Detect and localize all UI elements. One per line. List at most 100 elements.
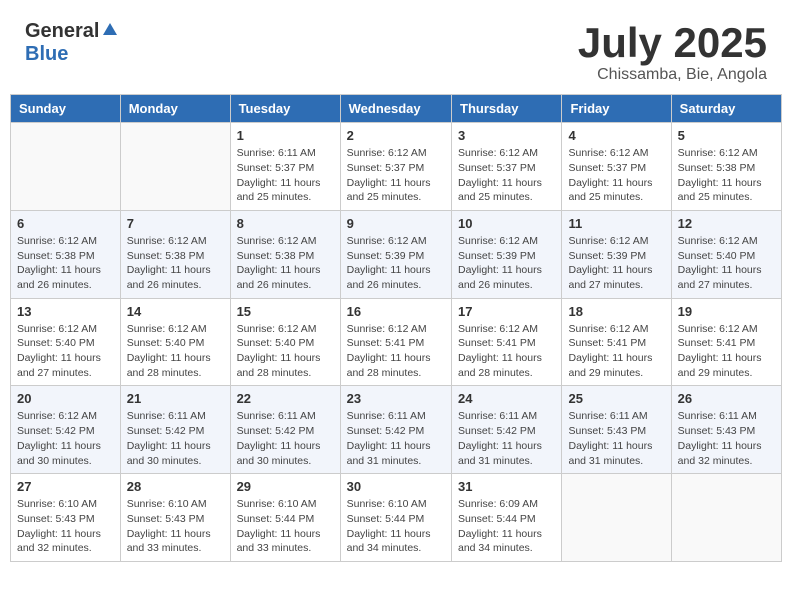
header-thursday: Thursday [452,95,562,123]
table-row [562,474,671,562]
day-info: Sunrise: 6:12 AMSunset: 5:38 PMDaylight:… [127,234,224,293]
day-number: 29 [237,479,334,494]
table-row: 1 Sunrise: 6:11 AMSunset: 5:37 PMDaylight… [230,123,340,211]
day-number: 15 [237,304,334,319]
table-row [120,123,230,211]
day-info: Sunrise: 6:12 AMSunset: 5:39 PMDaylight:… [568,234,664,293]
day-info: Sunrise: 6:12 AMSunset: 5:39 PMDaylight:… [458,234,555,293]
table-row: 14 Sunrise: 6:12 AMSunset: 5:40 PMDayligh… [120,298,230,386]
calendar-header-row: Sunday Monday Tuesday Wednesday Thursday… [11,95,782,123]
day-number: 17 [458,304,555,319]
table-row: 28 Sunrise: 6:10 AMSunset: 5:43 PMDayligh… [120,474,230,562]
day-info: Sunrise: 6:12 AMSunset: 5:41 PMDaylight:… [458,322,555,381]
day-info: Sunrise: 6:10 AMSunset: 5:43 PMDaylight:… [17,497,114,556]
day-info: Sunrise: 6:12 AMSunset: 5:37 PMDaylight:… [458,146,555,205]
day-number: 14 [127,304,224,319]
table-row: 13 Sunrise: 6:12 AMSunset: 5:40 PMDayligh… [11,298,121,386]
table-row: 23 Sunrise: 6:11 AMSunset: 5:42 PMDayligh… [340,386,451,474]
table-row: 22 Sunrise: 6:11 AMSunset: 5:42 PMDayligh… [230,386,340,474]
day-info: Sunrise: 6:11 AMSunset: 5:42 PMDaylight:… [458,409,555,468]
table-row: 7 Sunrise: 6:12 AMSunset: 5:38 PMDaylight… [120,210,230,298]
title-area: July 2025 Chissamba, Bie, Angola [578,20,767,84]
day-number: 12 [678,216,775,231]
day-number: 1 [237,128,334,143]
day-number: 18 [568,304,664,319]
day-number: 7 [127,216,224,231]
calendar-week-row: 13 Sunrise: 6:12 AMSunset: 5:40 PMDayligh… [11,298,782,386]
logo-icon [101,21,119,39]
day-info: Sunrise: 6:12 AMSunset: 5:40 PMDaylight:… [17,322,114,381]
day-info: Sunrise: 6:12 AMSunset: 5:42 PMDaylight:… [17,409,114,468]
table-row: 4 Sunrise: 6:12 AMSunset: 5:37 PMDaylight… [562,123,671,211]
day-number: 30 [347,479,445,494]
table-row: 29 Sunrise: 6:10 AMSunset: 5:44 PMDayligh… [230,474,340,562]
page-header: General Blue July 2025 Chissamba, Bie, A… [10,10,782,89]
calendar-week-row: 1 Sunrise: 6:11 AMSunset: 5:37 PMDaylight… [11,123,782,211]
header-saturday: Saturday [671,95,781,123]
day-info: Sunrise: 6:12 AMSunset: 5:40 PMDaylight:… [237,322,334,381]
logo-general-text: General [25,20,99,43]
table-row: 31 Sunrise: 6:09 AMSunset: 5:44 PMDayligh… [452,474,562,562]
table-row: 30Sunrise: 6:10 AMSunset: 5:44 PMDayligh… [340,474,451,562]
table-row: 8Sunrise: 6:12 AMSunset: 5:38 PMDaylight… [230,210,340,298]
table-row: 9Sunrise: 6:12 AMSunset: 5:39 PMDaylight… [340,210,451,298]
table-row: 6Sunrise: 6:12 AMSunset: 5:38 PMDaylight… [11,210,121,298]
table-row: 3 Sunrise: 6:12 AMSunset: 5:37 PMDaylight… [452,123,562,211]
day-number: 9 [347,216,445,231]
table-row [11,123,121,211]
day-info: Sunrise: 6:10 AMSunset: 5:43 PMDaylight:… [127,497,224,556]
calendar-week-row: 6 Sunrise: 6:12 AMSunset: 5:38 PMDaylight… [11,210,782,298]
table-row: 18 Sunrise: 6:12 AMSunset: 5:41 PMDayligh… [562,298,671,386]
day-number: 4 [568,128,664,143]
calendar-title: July 2025 [578,20,767,66]
table-row: 16Sunrise: 6:12 AMSunset: 5:41 PMDayligh… [340,298,451,386]
day-info: Sunrise: 6:12 AMSunset: 5:40 PMDaylight:… [678,234,775,293]
logo-blue-text: Blue [25,43,68,65]
day-info: Sunrise: 6:09 AMSunset: 5:44 PMDaylight:… [458,497,555,556]
day-info: Sunrise: 6:12 AMSunset: 5:37 PMDaylight:… [347,146,445,205]
header-wednesday: Wednesday [340,95,451,123]
table-row: 21 Sunrise: 6:11 AMSunset: 5:42 PMDayligh… [120,386,230,474]
day-info: Sunrise: 6:12 AMSunset: 5:41 PMDaylight:… [678,322,775,381]
table-row: 20 Sunrise: 6:12 AMSunset: 5:42 PMDayligh… [11,386,121,474]
day-number: 5 [678,128,775,143]
day-info: Sunrise: 6:11 AMSunset: 5:37 PMDaylight:… [237,146,334,205]
table-row: 19 Sunrise: 6:12 AMSunset: 5:41 PMDayligh… [671,298,781,386]
table-row: 5Sunrise: 6:12 AMSunset: 5:38 PMDaylight… [671,123,781,211]
day-number: 19 [678,304,775,319]
day-number: 24 [458,391,555,406]
table-row: 24 Sunrise: 6:11 AMSunset: 5:42 PMDayligh… [452,386,562,474]
day-number: 31 [458,479,555,494]
day-number: 13 [17,304,114,319]
day-info: Sunrise: 6:11 AMSunset: 5:43 PMDaylight:… [678,409,775,468]
day-number: 21 [127,391,224,406]
table-row: 26 Sunrise: 6:11 AMSunset: 5:43 PMDayligh… [671,386,781,474]
table-row: 27 Sunrise: 6:10 AMSunset: 5:43 PMDayligh… [11,474,121,562]
day-info: Sunrise: 6:12 AMSunset: 5:37 PMDaylight:… [568,146,664,205]
day-number: 27 [17,479,114,494]
day-number: 11 [568,216,664,231]
day-number: 20 [17,391,114,406]
day-number: 28 [127,479,224,494]
day-number: 3 [458,128,555,143]
day-info: Sunrise: 6:11 AMSunset: 5:42 PMDaylight:… [347,409,445,468]
day-info: Sunrise: 6:10 AMSunset: 5:44 PMDaylight:… [237,497,334,556]
table-row: 10Sunrise: 6:12 AMSunset: 5:39 PMDayligh… [452,210,562,298]
day-info: Sunrise: 6:12 AMSunset: 5:41 PMDaylight:… [568,322,664,381]
day-number: 22 [237,391,334,406]
header-monday: Monday [120,95,230,123]
day-number: 2 [347,128,445,143]
day-number: 6 [17,216,114,231]
day-number: 25 [568,391,664,406]
day-info: Sunrise: 6:11 AMSunset: 5:43 PMDaylight:… [568,409,664,468]
table-row: 12 Sunrise: 6:12 AMSunset: 5:40 PMDayligh… [671,210,781,298]
day-number: 8 [237,216,334,231]
calendar-table: Sunday Monday Tuesday Wednesday Thursday… [10,94,782,562]
day-info: Sunrise: 6:11 AMSunset: 5:42 PMDaylight:… [237,409,334,468]
day-info: Sunrise: 6:12 AMSunset: 5:41 PMDaylight:… [347,322,445,381]
day-info: Sunrise: 6:12 AMSunset: 5:40 PMDaylight:… [127,322,224,381]
day-number: 23 [347,391,445,406]
day-number: 26 [678,391,775,406]
header-sunday: Sunday [11,95,121,123]
day-info: Sunrise: 6:11 AMSunset: 5:42 PMDaylight:… [127,409,224,468]
